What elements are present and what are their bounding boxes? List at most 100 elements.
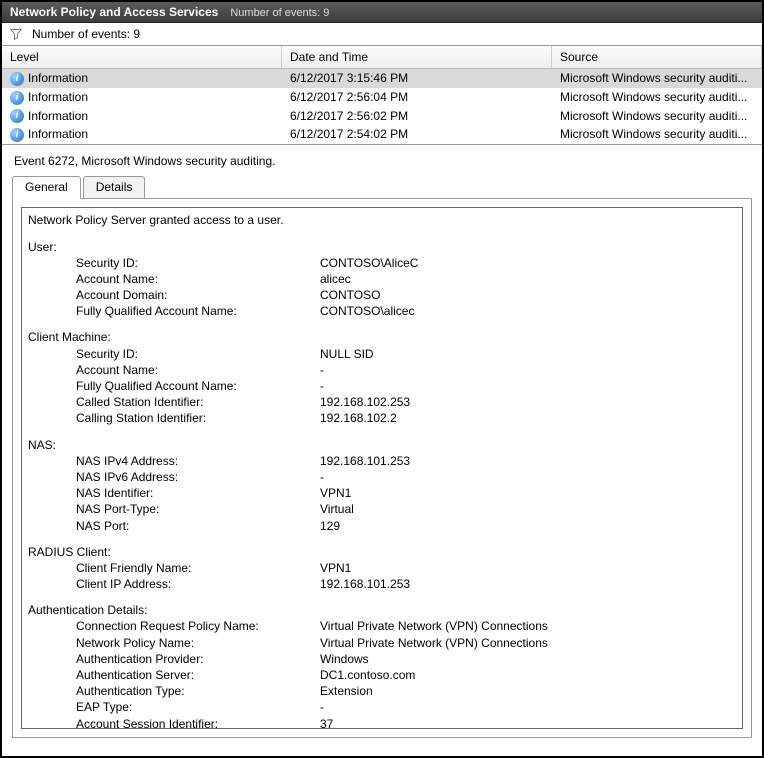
detail-value: Virtual Private Network (VPN) Connection… xyxy=(320,618,736,634)
table-row[interactable]: i Information 6/12/2017 2:56:04 PMMicrosof… xyxy=(2,88,762,107)
app-title: Network Policy and Access Services xyxy=(10,5,218,19)
detail-key: NAS IPv4 Address: xyxy=(28,453,320,469)
cell-date: 6/12/2017 2:54:02 PM xyxy=(282,126,552,143)
detail-key: NAS Port-Type: xyxy=(28,501,320,517)
detail-row: Calling Station Identifier:192.168.102.2 xyxy=(28,410,736,426)
detail-pane: Network Policy Server granted access to … xyxy=(12,198,752,738)
detail-key: Account Name: xyxy=(28,362,320,378)
detail-key: NAS Port: xyxy=(28,518,320,534)
detail-value: CONTOSO\alicec xyxy=(320,303,736,319)
detail-value: CONTOSO\AliceC xyxy=(320,255,736,271)
detail-value: NULL SID xyxy=(320,346,736,362)
detail-value: DC1.contoso.com xyxy=(320,667,736,683)
detail-value: Virtual Private Network (VPN) Connection… xyxy=(320,635,736,651)
tab-general[interactable]: General xyxy=(12,176,81,199)
detail-key: Called Station Identifier: xyxy=(28,394,320,410)
table-row[interactable]: i Information 6/12/2017 2:56:02 PMMicrosof… xyxy=(2,107,762,126)
detail-key: Connection Request Policy Name: xyxy=(28,618,320,634)
detail-row: Authentication Type:Extension xyxy=(28,683,736,699)
header-date[interactable]: Date and Time xyxy=(282,46,552,68)
section-heading: NAS: xyxy=(28,437,736,453)
detail-row: NAS Identifier:VPN1 xyxy=(28,485,736,501)
detail-value: - xyxy=(320,378,736,394)
section-heading: Client Machine: xyxy=(28,329,736,345)
detail-value: Windows xyxy=(320,651,736,667)
cell-source: Microsoft Windows security auditi... xyxy=(552,108,762,125)
header-level[interactable]: Level xyxy=(2,46,282,68)
detail-row: NAS IPv6 Address:- xyxy=(28,469,736,485)
event-title: Event 6272, Microsoft Windows security a… xyxy=(12,151,752,176)
cell-source: Microsoft Windows security auditi... xyxy=(552,70,762,87)
grid-header: Level Date and Time Source xyxy=(2,46,762,69)
detail-value: 129 xyxy=(320,518,736,534)
detail-value: alicec xyxy=(320,271,736,287)
detail-key: Account Domain: xyxy=(28,287,320,303)
detail-row: Account Domain:CONTOSO xyxy=(28,287,736,303)
detail-value: - xyxy=(320,469,736,485)
detail-row: Client Friendly Name:VPN1 xyxy=(28,560,736,576)
detail-key: Client Friendly Name: xyxy=(28,560,320,576)
event-detail-panel: Event 6272, Microsoft Windows security a… xyxy=(2,145,762,738)
detail-row: Network Policy Name:Virtual Private Netw… xyxy=(28,635,736,651)
detail-value: VPN1 xyxy=(320,560,736,576)
detail-row: Fully Qualified Account Name:CONTOSO\ali… xyxy=(28,303,736,319)
detail-row: NAS IPv4 Address:192.168.101.253 xyxy=(28,453,736,469)
header-source[interactable]: Source xyxy=(552,46,762,68)
information-icon: i xyxy=(10,72,24,86)
section-heading: Authentication Details: xyxy=(28,602,736,618)
title-event-count: Number of events: 9 xyxy=(230,7,329,19)
detail-key: Security ID: xyxy=(28,346,320,362)
cell-level: Information xyxy=(28,90,88,104)
filter-event-count: Number of events: 9 xyxy=(32,27,140,41)
detail-value: 37 xyxy=(320,716,736,730)
information-icon: i xyxy=(10,91,24,105)
cell-source: Microsoft Windows security auditi... xyxy=(552,89,762,106)
table-row[interactable]: i Information 6/12/2017 2:54:02 PMMicrosof… xyxy=(2,125,762,144)
detail-key: NAS Identifier: xyxy=(28,485,320,501)
detail-value: 192.168.102.2 xyxy=(320,410,736,426)
cell-level: Information xyxy=(28,71,88,85)
filter-icon[interactable] xyxy=(10,28,22,40)
section-heading: User: xyxy=(28,239,736,255)
detail-row: NAS Port:129 xyxy=(28,518,736,534)
information-icon: i xyxy=(10,128,24,142)
detail-row: Account Session Identifier:37 xyxy=(28,716,736,730)
section-heading: RADIUS Client: xyxy=(28,544,736,560)
detail-key: Fully Qualified Account Name: xyxy=(28,303,320,319)
cell-level: Information xyxy=(28,109,88,123)
information-icon: i xyxy=(10,109,24,123)
detail-key: Calling Station Identifier: xyxy=(28,410,320,426)
detail-key: EAP Type: xyxy=(28,699,320,715)
filter-bar: Number of events: 9 xyxy=(2,23,762,46)
detail-key: Fully Qualified Account Name: xyxy=(28,378,320,394)
detail-value: Extension xyxy=(320,683,736,699)
detail-summary: Network Policy Server granted access to … xyxy=(28,212,736,228)
detail-value: 192.168.102.253 xyxy=(320,394,736,410)
detail-key: Security ID: xyxy=(28,255,320,271)
detail-value: 192.168.101.253 xyxy=(320,453,736,469)
detail-key: Client IP Address: xyxy=(28,576,320,592)
table-row[interactable]: i Information 6/12/2017 3:15:46 PMMicrosof… xyxy=(2,69,762,88)
detail-key: Network Policy Name: xyxy=(28,635,320,651)
cell-source: Microsoft Windows security auditi... xyxy=(552,126,762,143)
detail-row: Security ID:NULL SID xyxy=(28,346,736,362)
detail-row: EAP Type:- xyxy=(28,699,736,715)
detail-value: - xyxy=(320,362,736,378)
detail-row: Client IP Address:192.168.101.253 xyxy=(28,576,736,592)
cell-date: 6/12/2017 2:56:02 PM xyxy=(282,108,552,125)
detail-row: Authentication Server:DC1.contoso.com xyxy=(28,667,736,683)
detail-row: Fully Qualified Account Name:- xyxy=(28,378,736,394)
cell-date: 6/12/2017 3:15:46 PM xyxy=(282,70,552,87)
detail-key: Authentication Server: xyxy=(28,667,320,683)
detail-value: VPN1 xyxy=(320,485,736,501)
detail-key: Account Name: xyxy=(28,271,320,287)
cell-date: 6/12/2017 2:56:04 PM xyxy=(282,89,552,106)
detail-row: Account Name:- xyxy=(28,362,736,378)
event-grid: Level Date and Time Source i Information 6… xyxy=(2,46,762,145)
cell-level: Information xyxy=(28,127,88,141)
detail-row: Security ID:CONTOSO\AliceC xyxy=(28,255,736,271)
detail-row: Connection Request Policy Name:Virtual P… xyxy=(28,618,736,634)
detail-row: Account Name:alicec xyxy=(28,271,736,287)
detail-value: - xyxy=(320,699,736,715)
tab-details[interactable]: Details xyxy=(83,176,146,198)
